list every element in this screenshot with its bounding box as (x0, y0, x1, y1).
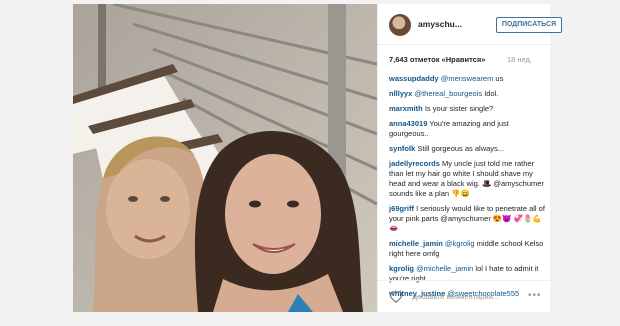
post-age[interactable]: 18 нед. (507, 55, 532, 64)
comment-user[interactable]: anna43019 (389, 119, 427, 128)
add-comment-input[interactable]: Добавьте комментарий... (412, 292, 499, 301)
post-header: amyschu... ПОДПИСАТЬСЯ (378, 4, 562, 45)
post-card: amyschu... ПОДПИСАТЬСЯ 7,643 отметок «Нр… (73, 4, 562, 313)
post-sidebar: amyschu... ПОДПИСАТЬСЯ 7,643 отметок «Нр… (377, 4, 562, 313)
avatar[interactable] (389, 14, 411, 36)
comment-user[interactable]: jadellyrecords (389, 159, 440, 168)
comment-mention[interactable]: @menswearem (441, 74, 494, 83)
comment-text: Idol. (482, 89, 499, 98)
comments-list: wassupdaddy @menswearem us nlllyyx @ther… (389, 74, 549, 304)
comment-user[interactable]: j69griff (389, 204, 414, 213)
post-stats: 7,643 отметок «Нравится» 18 нед. (389, 55, 546, 64)
comment-text: Is your sister single? (422, 104, 494, 113)
comment-item: synfolk Still gorgeous as always... (389, 144, 549, 154)
comment-item: wassupdaddy @menswearem us (389, 74, 549, 84)
follow-button[interactable]: ПОДПИСАТЬСЯ (496, 17, 562, 33)
heart-icon[interactable] (389, 290, 403, 304)
likes-count[interactable]: 7,643 отметок «Нравится» (389, 55, 485, 64)
comment-mention[interactable]: @thereal_bourgeois (414, 89, 482, 98)
comment-user[interactable]: wassupdaddy (389, 74, 439, 83)
selfie-image (73, 4, 377, 312)
comment-bar: Добавьте комментарий... ••• (378, 280, 551, 313)
comment-mention[interactable]: @michelle_jamin (416, 264, 473, 273)
comment-item: nlllyyx @thereal_bourgeois Idol. (389, 89, 549, 99)
comment-item: marxmith Is your sister single? (389, 104, 549, 114)
comment-text: Still gorgeous as always... (415, 144, 505, 153)
comment-text: us (493, 74, 504, 83)
more-options-button[interactable]: ••• (528, 290, 542, 301)
comment-user[interactable]: michelle_jamin (389, 239, 443, 248)
comment-user[interactable]: synfolk (389, 144, 415, 153)
comment-user[interactable]: nlllyyx (389, 89, 412, 98)
comment-mention[interactable]: @kgrolig (445, 239, 475, 248)
comment-item: jadellyrecords My uncle just told me rat… (389, 159, 549, 199)
comment-user[interactable]: marxmith (389, 104, 423, 113)
comment-user[interactable]: kgrolig (389, 264, 414, 273)
post-photo[interactable] (73, 4, 377, 312)
comment-item: j69griff I seriously would like to penet… (389, 204, 549, 234)
comment-item: anna43019 You're amazing and just gourge… (389, 119, 549, 139)
comment-item: michelle_jamin @kgrolig middle school Ke… (389, 239, 549, 259)
username-link[interactable]: amyschu... (418, 19, 462, 29)
